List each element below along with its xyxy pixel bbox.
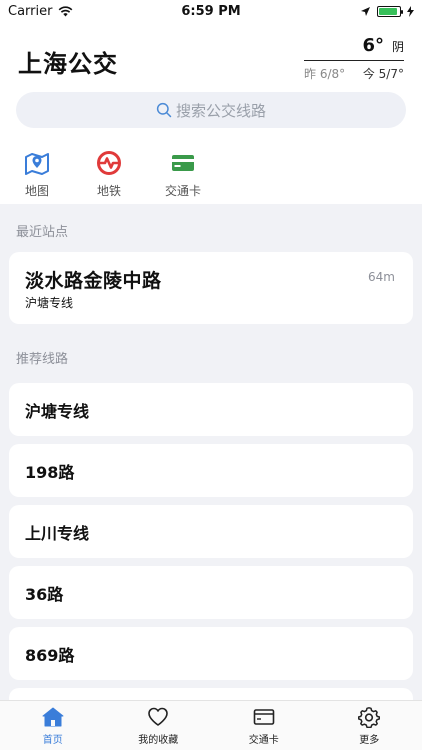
card-icon (253, 708, 275, 725)
status-bar: Carrier 6:59 PM (0, 0, 422, 22)
weather-current: 6° 阴 (304, 35, 404, 56)
recent-station-line: 沪塘专线 (25, 296, 74, 310)
shortcut-row: 地图 地铁 交通卡 (0, 150, 422, 202)
status-left: Carrier (8, 4, 73, 19)
heart-icon (148, 707, 169, 726)
search-bar[interactable]: 搜索公交线路 (16, 92, 406, 128)
route-card-partial[interactable] (9, 688, 413, 700)
wifi-icon (59, 5, 73, 16)
route-card[interactable]: 869路 (9, 627, 413, 680)
weather-widget[interactable]: 6° 阴 昨 6/8° 今 5/7° (304, 35, 404, 82)
map-icon (25, 153, 49, 175)
route-name: 36路 (25, 584, 64, 604)
recent-station-distance: 64m (368, 270, 395, 284)
shortcut-transit-card[interactable]: 交通卡 (146, 150, 220, 202)
shortcut-map-label: 地图 (24, 184, 49, 198)
tab-transit-card[interactable]: 交通卡 (211, 701, 317, 750)
route-name: 沪塘专线 (25, 401, 90, 421)
search-placeholder: 搜索公交线路 (175, 101, 266, 120)
tab-more[interactable]: 更多 (317, 701, 422, 750)
route-card[interactable]: 36路 (9, 566, 413, 619)
route-name: 上川专线 (25, 523, 90, 543)
route-card[interactable]: 沪塘专线 (9, 383, 413, 436)
route-name: 869路 (25, 645, 75, 665)
content-area: 最近站点 淡水路金陵中路 沪塘专线 64m 推荐线路 沪塘专线 198路 上川专… (0, 204, 422, 700)
recent-station-name: 淡水路金陵中路 (25, 270, 162, 292)
shortcut-map[interactable]: 地图 (2, 150, 72, 202)
shortcut-metro[interactable]: 地铁 (72, 150, 146, 202)
tab-transit-card-label: 交通卡 (248, 734, 279, 746)
tab-bar: 首页 我的收藏 交通卡 更多 (0, 700, 422, 750)
search-icon (156, 102, 172, 118)
battery-fill (379, 7, 397, 15)
route-card[interactable]: 198路 (9, 444, 413, 497)
location-arrow-icon (361, 6, 370, 16)
weather-divider (304, 60, 404, 61)
shortcut-metro-label: 地铁 (96, 184, 121, 198)
tab-home-label: 首页 (42, 734, 63, 746)
status-right (360, 5, 414, 17)
shortcut-transit-card-label: 交通卡 (164, 184, 201, 198)
weather-yesterday: 昨 6/8° (304, 67, 346, 81)
weather-temperature: 6° (362, 35, 384, 56)
tab-favorites[interactable]: 我的收藏 (106, 701, 212, 750)
tab-home[interactable]: 首页 (0, 701, 106, 750)
route-card[interactable]: 上川专线 (9, 505, 413, 558)
weather-forecast: 昨 6/8° 今 5/7° (304, 65, 404, 82)
carrier-label: Carrier (8, 3, 53, 19)
route-name: 198路 (25, 462, 75, 482)
recommended-section-label: 推荐线路 (16, 352, 69, 367)
recent-station-card[interactable]: 淡水路金陵中路 沪塘专线 64m (9, 252, 413, 324)
charging-bolt-icon (407, 5, 414, 17)
weather-condition: 阴 (391, 40, 404, 54)
recent-section-label: 最近站点 (16, 225, 69, 240)
transit-card-icon (172, 155, 194, 171)
tab-more-label: 更多 (359, 734, 380, 746)
metro-icon (97, 151, 121, 175)
tab-favorites-label: 我的收藏 (138, 734, 179, 746)
battery-icon (377, 5, 403, 17)
home-icon (42, 707, 64, 726)
weather-today: 今 5/7° (362, 67, 404, 81)
app-title: 上海公交 (18, 50, 118, 78)
status-time: 6:59 PM (181, 3, 241, 19)
gear-icon (358, 706, 381, 728)
